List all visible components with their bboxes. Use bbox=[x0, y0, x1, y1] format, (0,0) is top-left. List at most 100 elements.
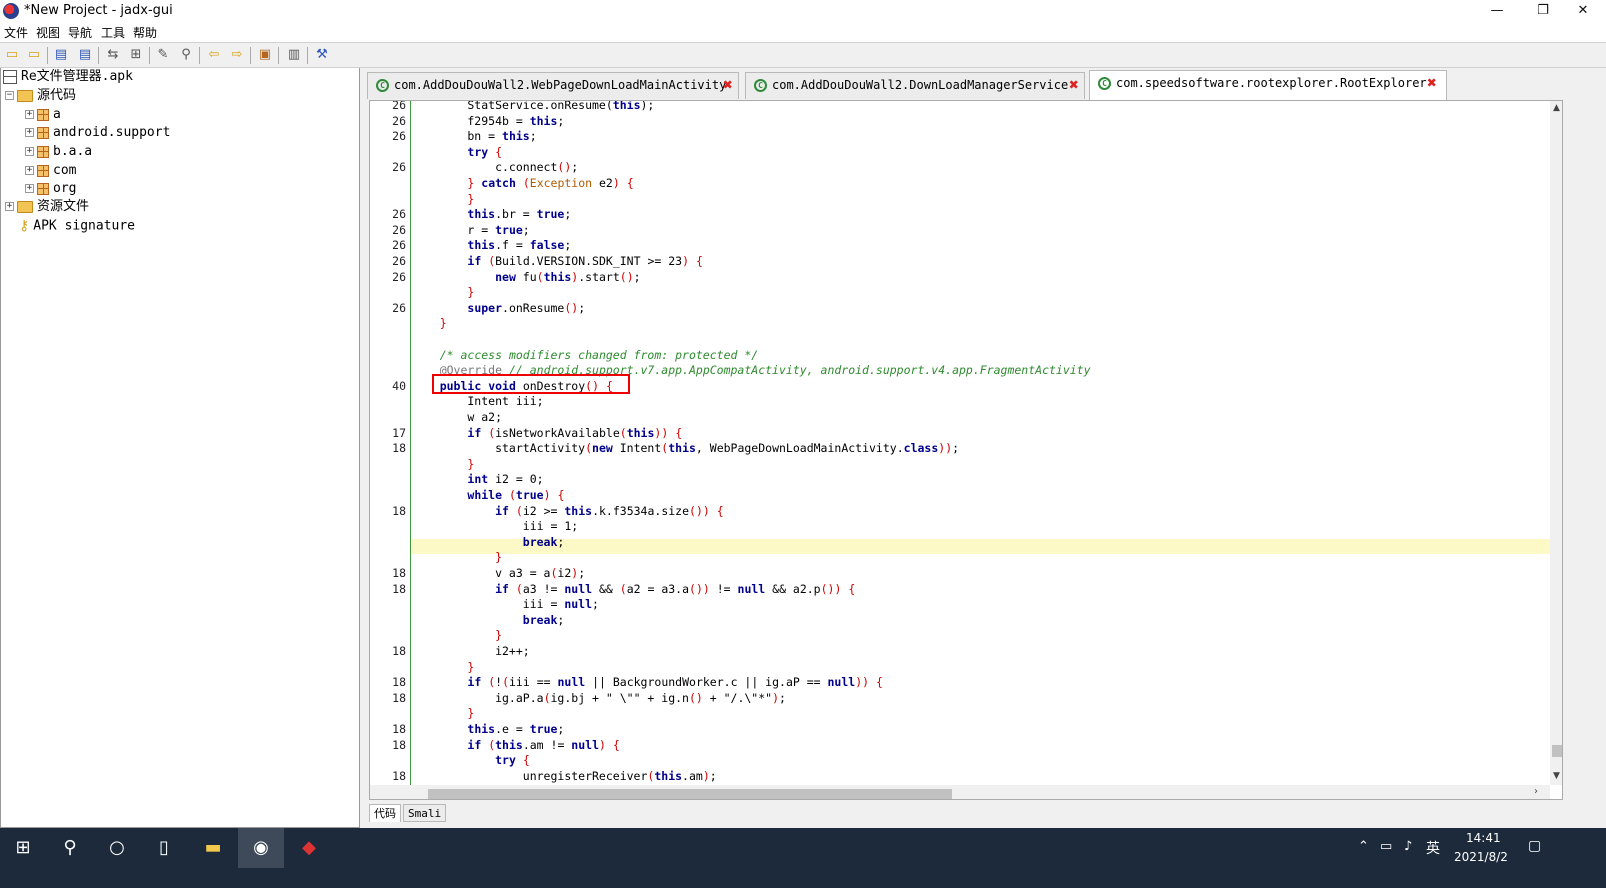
collapse-icon[interactable]: − bbox=[5, 91, 14, 100]
save-all-icon[interactable]: ▤ bbox=[52, 46, 70, 64]
menu-bar: 文件 视图 导航 工具 帮助 bbox=[0, 22, 1606, 42]
line-number: 18 bbox=[392, 644, 406, 658]
horizontal-scroll-thumb[interactable] bbox=[428, 789, 952, 799]
code-line: } bbox=[467, 456, 475, 471]
tab-label: com.speedsoftware.rootexplorer.RootExplo… bbox=[1116, 76, 1427, 90]
tree-root-apk[interactable]: Re文件管理器.apk bbox=[3, 68, 133, 86]
tab-label: com.AddDouDouWall2.WebPageDownLoadMainAc… bbox=[394, 78, 727, 92]
tree-package-baa[interactable]: + b.a.a bbox=[25, 143, 92, 161]
line-number bbox=[370, 176, 406, 192]
line-number: 18 bbox=[392, 737, 406, 752]
line-number bbox=[370, 316, 406, 332]
package-label: a bbox=[53, 107, 61, 122]
scroll-up-icon[interactable]: ▲ bbox=[1553, 103, 1560, 113]
close-tab-icon[interactable]: ✖ bbox=[1424, 75, 1440, 91]
close-tab-icon[interactable]: ✖ bbox=[720, 77, 736, 93]
code-line: ig.aP.a(ig.bj + " \"" + ig.n() + "/.\"*"… bbox=[412, 690, 786, 705]
scroll-right-icon[interactable]: › bbox=[1534, 786, 1538, 797]
vertical-scrollbar[interactable]: ▲ ▼ bbox=[1550, 101, 1562, 785]
second-app-taskbar-icon[interactable]: ◆ bbox=[286, 828, 332, 868]
file-explorer-icon[interactable]: ▬ bbox=[190, 828, 236, 868]
jadx-app-icon bbox=[3, 3, 19, 19]
clock-time[interactable]: 14:41 bbox=[1466, 831, 1501, 845]
code-line: while (true) { bbox=[467, 488, 565, 502]
export-icon[interactable]: ▤ bbox=[76, 46, 94, 64]
expand-icon[interactable]: + bbox=[25, 110, 34, 119]
class-icon: C bbox=[1098, 77, 1111, 90]
annotation-highlight-box bbox=[432, 374, 630, 394]
cortana-circle-icon[interactable]: ○ bbox=[94, 828, 140, 868]
package-icon bbox=[37, 182, 49, 195]
code-editor[interactable]: 26 StatService.onResume(this); 26 f2954b … bbox=[369, 100, 1563, 800]
tab-webpage-download-activity[interactable]: C com.AddDouDouWall2.WebPageDownLoadMain… bbox=[367, 72, 739, 99]
network-icon[interactable]: ▭ bbox=[1380, 839, 1392, 854]
sync-tree-icon[interactable]: ⇆ bbox=[104, 46, 122, 64]
preferences-wrench-icon[interactable]: ⚒ bbox=[313, 46, 331, 64]
tree-package-org[interactable]: + org bbox=[25, 180, 76, 198]
code-line: w a2; bbox=[412, 410, 503, 424]
jadx-taskbar-icon[interactable]: ◉ bbox=[238, 828, 284, 868]
tab-code-view[interactable]: 代码 bbox=[369, 804, 401, 822]
tree-package-com[interactable]: + com bbox=[25, 162, 76, 180]
tab-smali-view[interactable]: Smali bbox=[403, 804, 447, 822]
windows-taskbar: ⊞ ⚲ ○ ▯ ▬ ◉ ◆ ⌃ ▭ ♪ 英 14:41 2021/8/2 ▢ bbox=[0, 828, 1606, 888]
expand-icon[interactable]: + bbox=[25, 147, 34, 156]
line-number bbox=[370, 488, 406, 504]
key-icon: ⚷ bbox=[19, 218, 30, 234]
ime-indicator[interactable]: 英 bbox=[1426, 838, 1440, 858]
menu-tools[interactable]: 工具 bbox=[101, 24, 125, 41]
horizontal-scrollbar[interactable]: › bbox=[370, 785, 1550, 799]
notification-icon[interactable]: ▢ bbox=[1528, 838, 1541, 854]
tree-package-android-support[interactable]: + android.support bbox=[25, 124, 170, 142]
project-tree-panel: Re文件管理器.apk − 源代码 + a + android.support + b.… bbox=[0, 68, 360, 828]
line-number: 40 bbox=[392, 378, 406, 393]
folder-icon bbox=[17, 200, 33, 213]
clock-date[interactable]: 2021/8/2 bbox=[1454, 850, 1508, 864]
expand-icon[interactable]: + bbox=[5, 202, 14, 211]
scroll-down-icon[interactable]: ▼ bbox=[1553, 771, 1560, 781]
close-window-button[interactable]: ✕ bbox=[1560, 0, 1606, 22]
task-view-icon[interactable]: ▯ bbox=[141, 828, 187, 868]
menu-help[interactable]: 帮助 bbox=[133, 24, 157, 41]
tray-expand-icon[interactable]: ⌃ bbox=[1358, 839, 1369, 854]
menu-view[interactable]: 视图 bbox=[36, 24, 60, 41]
forward-arrow-icon[interactable]: ⇨ bbox=[228, 46, 246, 64]
line-number bbox=[370, 332, 406, 348]
line-number: 26 bbox=[392, 160, 406, 175]
tab-root-explorer[interactable]: C com.speedsoftware.rootexplorer.RootExp… bbox=[1089, 70, 1447, 100]
deobfuscation-icon[interactable]: ▣ bbox=[256, 46, 274, 64]
menu-navigate[interactable]: 导航 bbox=[68, 24, 92, 41]
class-search-icon[interactable]: ⚲ bbox=[177, 46, 195, 64]
menu-file[interactable]: 文件 bbox=[4, 24, 28, 41]
start-windows-icon[interactable]: ⊞ bbox=[0, 828, 46, 868]
vertical-scroll-thumb[interactable] bbox=[1552, 745, 1562, 757]
text-search-icon[interactable]: ✎ bbox=[154, 46, 172, 64]
expand-icon[interactable]: + bbox=[25, 128, 34, 137]
flatten-packages-icon[interactable]: ⊞ bbox=[127, 46, 145, 64]
line-number bbox=[370, 457, 406, 473]
back-arrow-icon[interactable]: ⇦ bbox=[205, 46, 223, 64]
line-number bbox=[370, 285, 406, 301]
code-line: int i2 = 0; bbox=[467, 472, 544, 487]
expand-icon[interactable]: + bbox=[25, 166, 34, 175]
tree-resources-node[interactable]: + 资源文件 bbox=[5, 198, 89, 216]
line-number: 26 bbox=[392, 113, 406, 128]
expand-icon[interactable]: + bbox=[25, 184, 34, 193]
log-viewer-icon[interactable]: ▥ bbox=[285, 46, 303, 64]
minimize-button[interactable]: — bbox=[1474, 0, 1520, 22]
tree-source-node[interactable]: − 源代码 bbox=[5, 87, 76, 105]
tab-label: com.AddDouDouWall2.DownLoadManagerServic… bbox=[772, 78, 1069, 92]
tab-download-manager-service[interactable]: C com.AddDouDouWall2.DownLoadManagerServ… bbox=[745, 72, 1085, 99]
open-file-icon[interactable]: ▭ bbox=[3, 46, 21, 64]
search-icon[interactable]: ⚲ bbox=[47, 828, 93, 868]
add-file-icon[interactable]: ▭ bbox=[25, 46, 43, 64]
tree-package-a[interactable]: + a bbox=[25, 106, 61, 124]
code-line: /* access modifiers changed from: protec… bbox=[439, 347, 759, 362]
tree-apk-signature[interactable]: ⚷ APK signature bbox=[19, 217, 135, 235]
volume-icon[interactable]: ♪ bbox=[1404, 839, 1412, 854]
code-line: break; bbox=[522, 612, 565, 627]
close-tab-icon[interactable]: ✖ bbox=[1066, 77, 1082, 93]
tree-resources-label: 资源文件 bbox=[37, 199, 90, 214]
code-line: this.e = true; bbox=[467, 722, 565, 736]
line-number: 18 bbox=[392, 722, 406, 736]
